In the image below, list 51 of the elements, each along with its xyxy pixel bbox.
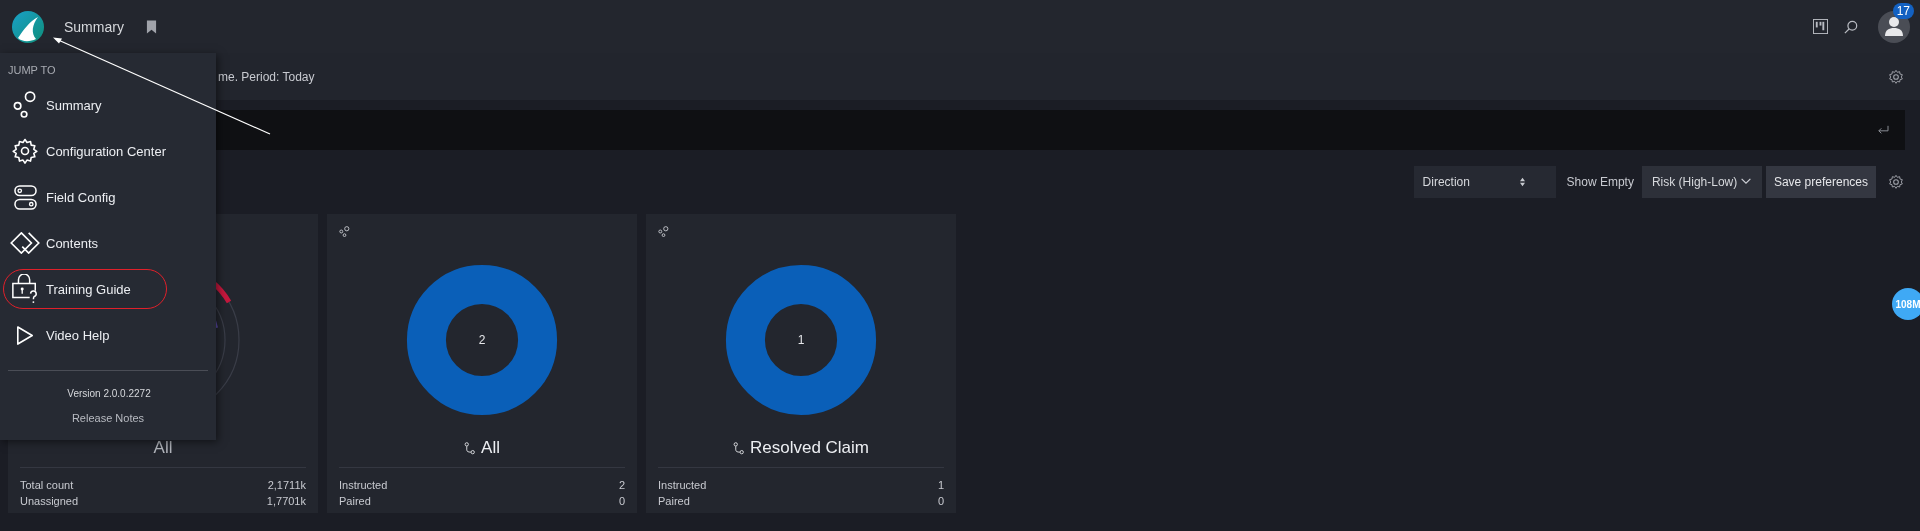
branch-icon: [732, 441, 744, 455]
stat-label: Total count: [20, 478, 74, 493]
menu-heading: JUMP TO: [8, 64, 57, 76]
diamonds-icon: [10, 232, 40, 254]
card-title: Resolved Claim: [749, 438, 869, 458]
search-icon[interactable]: [1844, 19, 1858, 34]
settings-icon[interactable]: [1888, 68, 1904, 85]
page-title: Summary: [64, 18, 124, 35]
stat-label: Paired: [658, 494, 690, 509]
direction-select[interactable]: Direction: [1413, 165, 1556, 198]
stat-label: Instructed: [339, 478, 388, 493]
board-icon[interactable]: [1813, 19, 1828, 34]
menu-item[interactable]: Contents: [3, 223, 167, 263]
notification-badge: 17: [1892, 3, 1914, 19]
stat-value: 2,1711k: [267, 478, 306, 493]
stat-label: Paired: [339, 494, 371, 509]
card-title: All: [153, 438, 173, 458]
menu-item[interactable]: Video Help: [3, 315, 167, 355]
stat-value: 1: [937, 478, 944, 493]
branch-icon: [464, 441, 476, 455]
settings-icon: [12, 138, 38, 164]
release-notes-link[interactable]: Release Notes: [71, 412, 145, 424]
menu-item[interactable]: Configuration Center: [3, 131, 167, 171]
chart-center-value: 2: [478, 333, 486, 347]
menu-item[interactable]: Field Config: [3, 177, 167, 217]
show-empty-label: Show Empty: [1566, 174, 1634, 189]
stat-label: Instructed: [658, 478, 707, 493]
save-preferences-button[interactable]: Save preferences: [1765, 165, 1876, 198]
version-text: Version 2.0.0.2272: [66, 388, 151, 399]
play-icon: [16, 324, 34, 346]
settings-icon[interactable]: [1888, 173, 1904, 190]
stat-value: 0: [618, 494, 625, 509]
bubbles-icon: [13, 91, 37, 119]
chevron-icon: [1739, 178, 1752, 185]
sort-select[interactable]: Risk (High-Low): [1641, 165, 1762, 198]
stat-label: Unassigned: [20, 494, 79, 509]
stat-value: 1,7701k: [266, 494, 306, 509]
logo-icon[interactable]: [12, 10, 44, 43]
lock-question-icon: [11, 274, 39, 304]
stat-value: 0: [937, 494, 944, 509]
bubbles-icon: [339, 226, 350, 237]
card-title: All: [481, 438, 500, 458]
bubbles-icon: [658, 226, 669, 237]
menu-item[interactable]: Summary: [3, 85, 167, 125]
stat-value: 2: [618, 478, 625, 493]
chart-center-value: 1: [797, 333, 805, 347]
bookmark-icon[interactable]: [145, 19, 157, 34]
period-text: me. Period: Today: [218, 69, 316, 84]
toggles-icon: [13, 184, 37, 210]
sort-icon: [1518, 176, 1526, 187]
enter-icon: [1877, 125, 1889, 135]
